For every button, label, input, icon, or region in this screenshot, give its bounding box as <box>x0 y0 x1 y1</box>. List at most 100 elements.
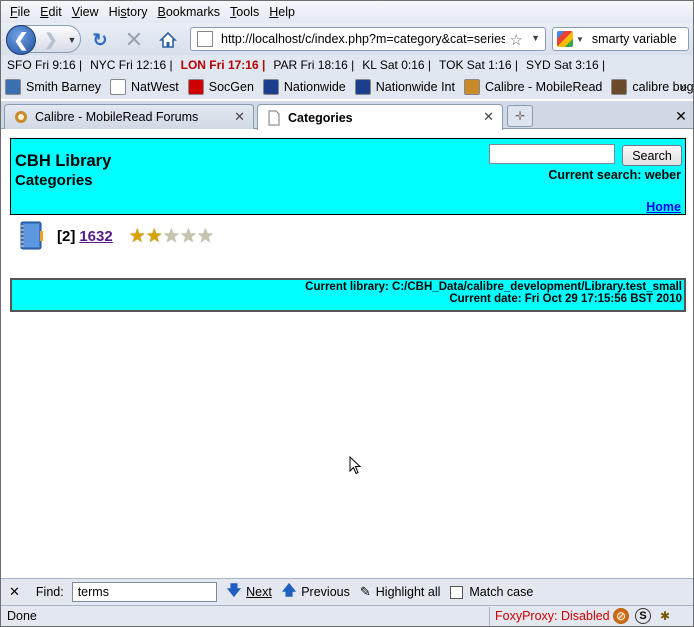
back-forward-group: ❮ ❯ ▼ <box>6 25 81 55</box>
web-search-input[interactable]: smarty variable <box>592 32 677 46</box>
bookmark-label: Smith Barney <box>26 80 102 94</box>
firebug-icon[interactable]: ✱ <box>657 608 673 624</box>
bookmark-label: Nationwide <box>283 80 346 94</box>
tab-close-icon[interactable]: ✕ <box>483 109 494 125</box>
close-tab-button[interactable]: ✕ <box>671 106 691 126</box>
tab-categories[interactable]: Categories ✕ <box>257 104 503 130</box>
back-arrow-icon: ❮ <box>13 29 29 50</box>
new-tab-button[interactable]: ✛ <box>507 105 533 127</box>
bookmark-item[interactable]: Nationwide Int <box>354 79 455 95</box>
bookmark-label: SocGen <box>208 80 254 94</box>
clock-item[interactable]: SYD Sat 3:16 | <box>526 58 605 72</box>
highlighter-icon: ✎ <box>359 584 371 599</box>
tab-label: Categories <box>288 110 353 125</box>
find-label: Find: <box>35 585 64 599</box>
plus-icon: ✛ <box>514 109 526 123</box>
close-icon: ✕ <box>124 27 144 52</box>
status-text: Done <box>7 609 37 623</box>
find-previous-button[interactable]: 🡅 Previous <box>282 580 350 604</box>
menu-edit[interactable]: Edit <box>35 5 67 19</box>
menu-bookmarks[interactable]: Bookmarks <box>153 5 226 19</box>
bookmarks-overflow-button[interactable]: » <box>680 79 687 94</box>
clock-item[interactable]: TOK Sat 1:16 | <box>439 58 518 72</box>
menu-tools[interactable]: Tools <box>225 5 264 19</box>
tab-close-icon[interactable]: ✕ <box>234 109 245 125</box>
reload-icon: ↻ <box>92 29 108 50</box>
home-button[interactable] <box>157 29 179 51</box>
bookmark-item[interactable]: Nationwide <box>262 79 346 95</box>
bookmark-favicon-icon <box>262 79 279 95</box>
star-empty-icon: ★ <box>196 225 214 247</box>
find-bar: ✕ Find: terms 🡇 Next 🡅 Previous ✎ Highli… <box>1 578 693 605</box>
current-date-text: Current date: Fri Oct 29 17:15:56 BST 20… <box>449 293 682 305</box>
find-next-button[interactable]: 🡇 Next <box>227 580 272 604</box>
web-search-box[interactable]: ▼ smarty variable <box>552 27 689 51</box>
page-subtitle: Categories <box>15 172 93 189</box>
bookmark-label: Nationwide Int <box>375 80 455 94</box>
library-search-input[interactable] <box>489 144 615 164</box>
bookmark-item[interactable]: Calibre - MobileRead <box>463 79 602 95</box>
url-text[interactable]: http://localhost/c/index.php?m=category&… <box>221 32 505 46</box>
checkbox-icon[interactable] <box>450 585 464 599</box>
star-empty-icon: ★ <box>162 225 180 247</box>
search-button[interactable]: Search <box>622 145 682 166</box>
star-filled-icon: ★ <box>128 225 146 247</box>
forward-arrow-icon: ❯ <box>44 32 58 49</box>
home-link[interactable]: Home <box>646 200 681 214</box>
back-button[interactable]: ❮ <box>6 25 36 55</box>
mouse-cursor-icon <box>349 456 361 475</box>
book-icon <box>20 221 43 250</box>
menu-view[interactable]: View <box>67 5 104 19</box>
clock-item[interactable]: SFO Fri 9:16 | <box>7 58 82 72</box>
current-library-text: Current library: C:/CBH_Data/calibre_dev… <box>305 281 682 293</box>
highlight-all-button[interactable]: ✎ Highlight all <box>360 584 441 600</box>
menu-help[interactable]: Help <box>264 5 300 19</box>
chevron-down-icon: ▼ <box>67 35 77 45</box>
find-previous-label: Previous <box>301 585 350 599</box>
url-dropdown-icon[interactable]: ▼ <box>531 33 540 43</box>
s-addon-icon[interactable]: S <box>635 608 651 624</box>
bookmark-favicon-icon <box>187 79 204 95</box>
clock-item[interactable]: KL Sat 0:16 | <box>362 58 431 72</box>
arrow-up-icon: 🡅 <box>281 582 297 598</box>
tab-label: Calibre - MobileRead Forums <box>35 110 199 124</box>
bookmark-favicon-icon <box>354 79 371 95</box>
item-count: [2] <box>57 227 76 245</box>
bookmark-item[interactable]: SocGen <box>187 79 254 95</box>
clock-item[interactable]: PAR Fri 18:16 | <box>273 58 354 72</box>
clock-item[interactable]: NYC Fri 12:16 | <box>90 58 172 72</box>
library-header: CBH Library Categories Search Current se… <box>10 138 686 215</box>
bookmark-favicon-icon <box>611 79 628 95</box>
bookmark-star-icon[interactable]: ☆ <box>510 31 523 49</box>
find-close-button[interactable]: ✕ <box>9 584 20 600</box>
forward-button[interactable]: ❯ <box>41 30 61 50</box>
match-case-checkbox[interactable]: Match case <box>450 585 533 599</box>
reload-button[interactable]: ↻ <box>89 29 111 51</box>
star-empty-icon: ★ <box>179 225 197 247</box>
bookmark-favicon-icon <box>110 79 127 95</box>
menu-bar: File Edit View History Bookmarks Tools Help <box>1 1 693 23</box>
world-clock-bar: SFO Fri 9:16 | NYC Fri 12:16 | LON Fri 17:… <box>1 55 693 75</box>
menu-history[interactable]: History <box>104 5 153 19</box>
history-dropdown-button[interactable]: ▼ <box>65 31 79 49</box>
bookmark-item[interactable]: Smith Barney <box>5 79 101 95</box>
browser-window: File Edit View History Bookmarks Tools Help ❮ … <box>0 0 694 627</box>
category-item: [2] 1632 ★ ★ ★ ★ ★ <box>18 221 214 251</box>
clock-item[interactable]: LON Fri 17:16 | <box>181 58 266 72</box>
star-filled-icon: ★ <box>145 225 163 247</box>
highlight-all-label: Highlight all <box>375 585 441 599</box>
google-engine-icon[interactable] <box>557 31 573 47</box>
item-link[interactable]: 1632 <box>79 228 112 245</box>
url-bar[interactable]: http://localhost/c/index.php?m=category&… <box>190 27 546 51</box>
tab-bar: Calibre - MobileRead Forums ✕ Categories… <box>1 101 693 130</box>
tab-calibre-forums[interactable]: Calibre - MobileRead Forums ✕ <box>4 104 254 129</box>
foxyproxy-status[interactable]: FoxyProxy: Disabled <box>495 609 610 623</box>
library-footer: Current library: C:/CBH_Data/calibre_dev… <box>10 278 686 312</box>
noscript-icon[interactable]: ⊘ <box>613 608 629 624</box>
find-input[interactable]: terms <box>71 582 217 602</box>
bookmark-item[interactable]: NatWest <box>110 79 179 95</box>
status-bar: Done FoxyProxy: Disabled ⊘ S ✱ <box>1 605 693 626</box>
engine-dropdown-icon[interactable]: ▼ <box>576 35 584 44</box>
menu-file[interactable]: File <box>5 5 35 19</box>
stop-button[interactable]: ✕ <box>123 27 145 52</box>
